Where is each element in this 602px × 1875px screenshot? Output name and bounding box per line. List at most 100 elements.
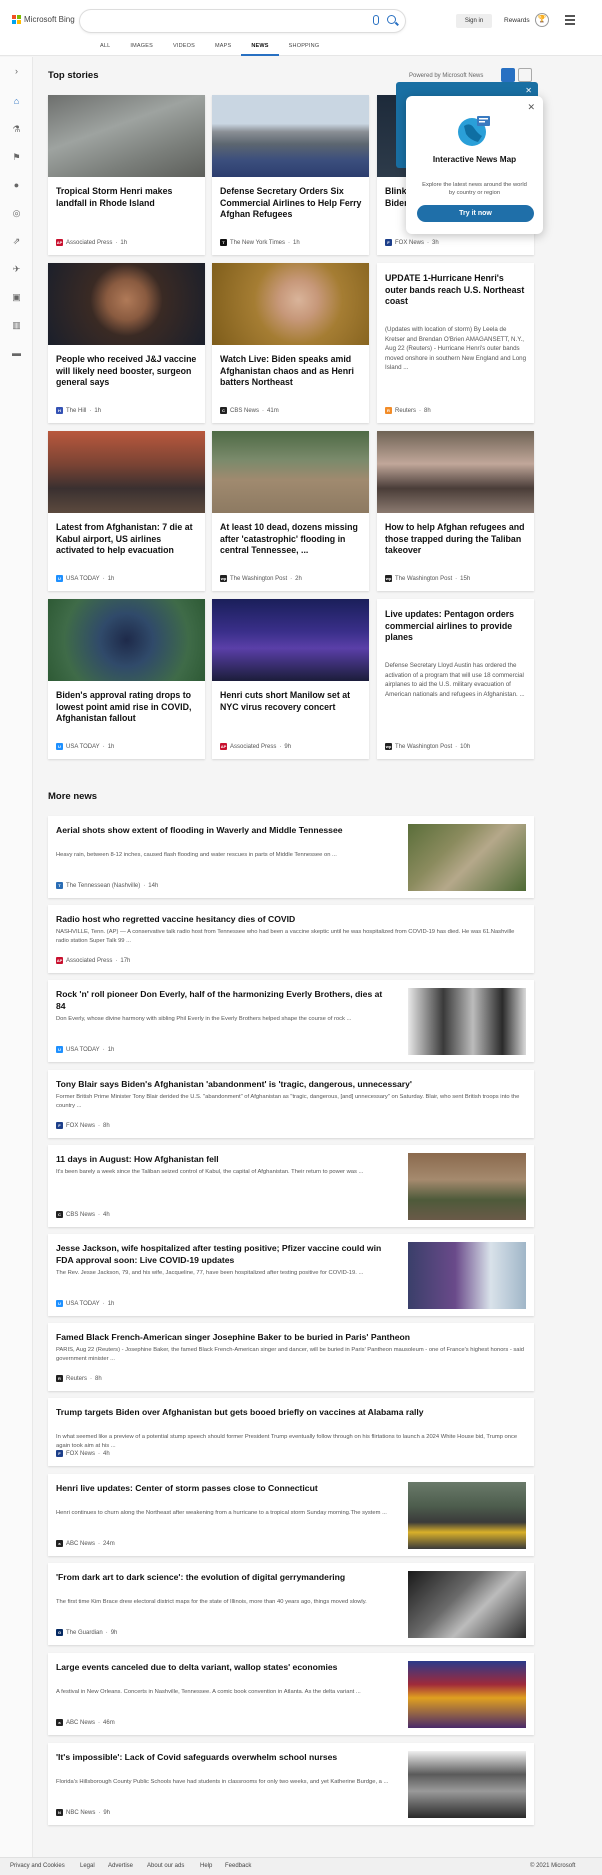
news-card[interactable]: UPDATE 1-Hurricane Henri's outer bands r… <box>377 263 534 423</box>
film-icon[interactable]: ▣ <box>12 293 21 302</box>
news-card[interactable]: Watch Live: Biden speaks amid Afghanista… <box>212 263 369 423</box>
more-news-item[interactable]: Aerial shots show extent of flooding in … <box>48 816 534 898</box>
news-card-title[interactable]: How to help Afghan refugees and those tr… <box>385 522 528 557</box>
more-news-image[interactable] <box>408 988 526 1055</box>
sign-in-button[interactable]: Sign in <box>456 14 492 28</box>
banner-close-icon[interactable]: ✕ <box>525 86 532 95</box>
more-news-item[interactable]: Rock 'n' roll pioneer Don Everly, half o… <box>48 980 534 1062</box>
more-news-title[interactable]: 11 days in August: How Afghanistan fell <box>56 1153 394 1165</box>
source-logo-icon: C <box>220 407 227 414</box>
hamburger-menu-icon[interactable] <box>565 15 575 25</box>
more-news-title[interactable]: Rock 'n' roll pioneer Don Everly, half o… <box>56 988 394 1012</box>
more-news-title[interactable]: Trump targets Biden over Afghanistan but… <box>56 1406 526 1418</box>
trophy-icon[interactable]: 🏆 <box>535 13 549 27</box>
more-news-title[interactable]: Large events canceled due to delta varia… <box>56 1661 394 1673</box>
close-icon[interactable]: ✕ <box>527 102 535 113</box>
location-icon[interactable]: ● <box>12 181 21 190</box>
wallet-icon[interactable]: ▬ <box>12 349 21 358</box>
footer-link-legal[interactable]: Legal <box>80 1863 95 1869</box>
rewards-link[interactable]: Rewards <box>504 17 530 24</box>
grid-view-icon[interactable] <box>501 68 515 82</box>
tab-news[interactable]: NEWS <box>241 42 279 56</box>
more-news-title[interactable]: Tony Blair says Biden's Afghanistan 'aba… <box>56 1078 526 1090</box>
more-news-title[interactable]: Jesse Jackson, wife hospitalized after t… <box>56 1242 394 1266</box>
news-card-title[interactable]: Latest from Afghanistan: 7 die at Kabul … <box>56 522 199 557</box>
more-news-item[interactable]: Henri live updates: Center of storm pass… <box>48 1474 534 1556</box>
chart-icon[interactable]: ⇗ <box>12 237 21 246</box>
try-it-now-button[interactable]: Try it now <box>417 205 534 222</box>
more-news-image[interactable] <box>408 1153 526 1220</box>
map-view-icon[interactable] <box>518 68 532 82</box>
news-card-image <box>377 431 534 513</box>
separator: · <box>102 743 105 750</box>
expand-icon[interactable]: › <box>12 67 21 76</box>
footer-link-advertise[interactable]: Advertise <box>108 1863 133 1869</box>
timestamp: 1h <box>107 1046 115 1053</box>
news-card-source: H The Hill · 1h <box>56 407 101 414</box>
timestamp: 17h <box>120 957 131 964</box>
news-card[interactable]: Latest from Afghanistan: 7 die at Kabul … <box>48 431 205 591</box>
news-card-title[interactable]: Live updates: Pentagon orders commercial… <box>385 609 528 644</box>
globe-icon[interactable]: ◎ <box>12 209 21 218</box>
bank-icon[interactable]: ▥ <box>12 321 21 330</box>
news-card-title[interactable]: Defense Secretary Orders Six Commercial … <box>220 186 363 221</box>
news-card-title[interactable]: Watch Live: Biden speaks amid Afghanista… <box>220 354 363 389</box>
news-card[interactable]: Henri cuts short Manilow set at NYC viru… <box>212 599 369 759</box>
news-card-title[interactable]: Henri cuts short Manilow set at NYC viru… <box>220 690 363 713</box>
source-name: NBC News <box>66 1809 96 1816</box>
news-card[interactable]: Defense Secretary Orders Six Commercial … <box>212 95 369 255</box>
more-news-item[interactable]: 'It's impossible': Lack of Covid safegua… <box>48 1743 534 1825</box>
more-news-item[interactable]: 'From dark art to dark science': the evo… <box>48 1563 534 1645</box>
microphone-icon[interactable] <box>373 15 379 25</box>
more-news-title[interactable]: 'From dark art to dark science': the evo… <box>56 1571 394 1583</box>
more-news-image[interactable] <box>408 824 526 891</box>
footer-link-privacy[interactable]: Privacy and Cookies <box>10 1863 65 1869</box>
more-news-title[interactable]: Famed Black French-American singer Josep… <box>56 1331 526 1343</box>
more-news-item[interactable]: Famed Black French-American singer Josep… <box>48 1323 534 1391</box>
news-card[interactable]: Biden's approval rating drops to lowest … <box>48 599 205 759</box>
more-news-title[interactable]: Radio host who regretted vaccine hesitan… <box>56 913 526 925</box>
more-news-item[interactable]: Radio host who regretted vaccine hesitan… <box>48 905 534 973</box>
footer-link-feedback[interactable]: Feedback <box>225 1863 251 1869</box>
tab-shopping[interactable]: SHOPPING <box>279 42 330 56</box>
news-card[interactable]: People who received J&J vaccine will lik… <box>48 263 205 423</box>
news-card-title[interactable]: Tropical Storm Henri makes landfall in R… <box>56 186 199 209</box>
more-news-image[interactable] <box>408 1571 526 1638</box>
footer-link-help[interactable]: Help <box>200 1863 212 1869</box>
home-icon[interactable]: ⌂ <box>12 97 21 106</box>
news-card-title[interactable]: People who received J&J vaccine will lik… <box>56 354 199 389</box>
source-name: The Washington Post <box>395 575 453 582</box>
news-card-image <box>48 263 205 345</box>
more-news-item[interactable]: Large events canceled due to delta varia… <box>48 1653 534 1735</box>
more-news-image[interactable] <box>408 1242 526 1309</box>
news-card[interactable]: How to help Afghan refugees and those tr… <box>377 431 534 591</box>
tab-videos[interactable]: VIDEOS <box>163 42 205 56</box>
more-news-title[interactable]: Henri live updates: Center of storm pass… <box>56 1482 394 1494</box>
more-news-image[interactable] <box>408 1751 526 1818</box>
news-card-title[interactable]: UPDATE 1-Hurricane Henri's outer bands r… <box>385 273 528 308</box>
more-news-title[interactable]: 'It's impossible': Lack of Covid safegua… <box>56 1751 394 1763</box>
more-news-item[interactable]: 11 days in August: How Afghanistan fell I… <box>48 1145 534 1227</box>
search-icon[interactable] <box>387 15 396 24</box>
more-news-image[interactable] <box>408 1661 526 1728</box>
footer-link-about-ads[interactable]: About our ads <box>147 1863 184 1869</box>
more-news-item[interactable]: Jesse Jackson, wife hospitalized after t… <box>48 1234 534 1316</box>
more-news-image[interactable] <box>408 1482 526 1549</box>
tab-images[interactable]: IMAGES <box>120 42 163 56</box>
search-input[interactable] <box>80 10 405 32</box>
tab-all[interactable]: ALL <box>90 42 120 56</box>
news-card[interactable]: Tropical Storm Henri makes landfall in R… <box>48 95 205 255</box>
news-card-title[interactable]: At least 10 dead, dozens missing after '… <box>220 522 363 557</box>
more-news-title[interactable]: Aerial shots show extent of flooding in … <box>56 824 394 836</box>
source-name: FOX News <box>66 1122 96 1129</box>
flag-icon[interactable]: ⚑ <box>12 153 21 162</box>
more-news-item[interactable]: Trump targets Biden over Afghanistan but… <box>48 1398 534 1466</box>
more-news-item[interactable]: Tony Blair says Biden's Afghanistan 'aba… <box>48 1070 534 1138</box>
rocket-icon[interactable]: ✈ <box>12 265 21 274</box>
news-card-title[interactable]: Biden's approval rating drops to lowest … <box>56 690 199 725</box>
news-card[interactable]: Live updates: Pentagon orders commercial… <box>377 599 534 759</box>
bing-logo[interactable]: Microsoft Bing <box>12 15 75 24</box>
flask-icon[interactable]: ⚗ <box>12 125 21 134</box>
tab-maps[interactable]: MAPS <box>205 42 241 56</box>
news-card[interactable]: At least 10 dead, dozens missing after '… <box>212 431 369 591</box>
